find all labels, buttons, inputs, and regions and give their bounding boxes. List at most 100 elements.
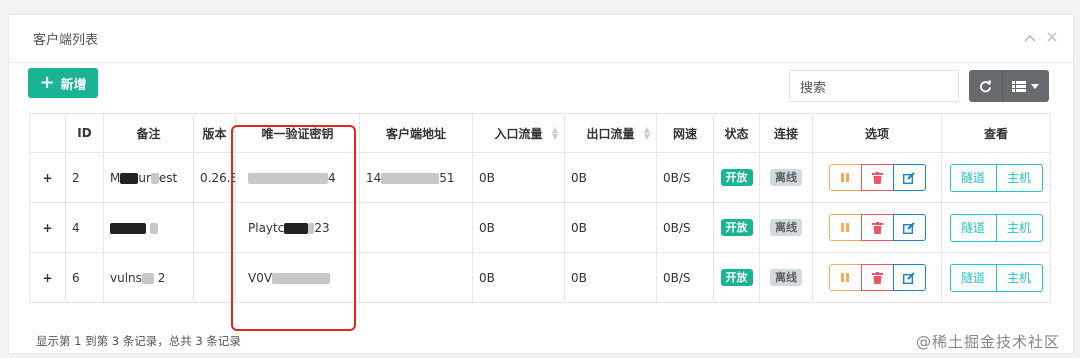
column-header[interactable]: 客户端地址 [359,113,473,153]
watermark: @稀土掘金技术社区 [916,333,1061,351]
connection-badge: 离线 [770,169,802,186]
chevron-up-icon[interactable] [1023,31,1037,46]
cell-address: 14 51 [359,152,473,203]
column-header[interactable]: 备注 [103,113,194,153]
remark-text: ur [138,170,151,185]
tunnel-button[interactable]: 隧道 [949,213,997,242]
redaction-mask [120,172,139,184]
redaction-mask [150,222,158,234]
redaction-mask [141,272,154,284]
cell-in-traffic: 0B [472,152,565,203]
cell-version: 0.26.8 [193,152,236,203]
status-badge: 开放 [720,169,753,186]
column-header-label: 入口流量 [494,126,543,141]
column-header: 选项 [812,113,942,153]
status-badge: 开放 [720,269,753,286]
delete-button[interactable] [860,164,894,191]
caret-down-icon [1031,83,1040,89]
tunnel-button[interactable]: 隧道 [949,263,997,292]
column-header-sortable[interactable]: 出口流量 ▲ ▼ [564,113,657,153]
address-text: 51 [439,170,455,185]
expand-row-icon[interactable]: + [29,202,66,253]
edit-button[interactable] [892,214,926,241]
delete-button[interactable] [860,264,894,291]
trash-icon [871,171,883,184]
cell-options [812,202,942,253]
cell-options [812,252,942,303]
tunnel-button[interactable]: 隧道 [949,163,997,192]
address-text: 14 [366,170,382,185]
close-icon[interactable] [1045,31,1059,46]
key-text: V0V [248,270,273,285]
column-header[interactable]: 网速 [656,113,714,153]
pause-button[interactable] [828,164,862,191]
cell-status: 开放 [713,202,760,253]
list-icon [1012,80,1027,92]
pause-button[interactable] [828,214,862,241]
expand-row-icon[interactable]: + [29,252,66,303]
remark-text: est [158,170,178,185]
host-button[interactable]: 主机 [995,263,1043,292]
cell-remark: Mur est [103,152,194,203]
cell-out-traffic: 0B [564,252,657,303]
table-row: + 6 vulns 2 V0V 0B 0B 0B/S 开放 离线 隧道 主机 [29,252,1051,303]
pause-icon [841,223,849,232]
edit-button[interactable] [892,164,926,191]
edit-button[interactable] [892,264,926,291]
redaction-mask [272,272,331,284]
table-header-row: ID 备注 版本 唯一验证密钥 客户端地址 入口流量 ▲ ▼ 出口流量 ▲ ▼ 网速 状… [29,113,1051,153]
pagination-info: 显示第 1 到第 3 条记录，总共 3 条记录 [36,334,241,348]
pause-icon [841,273,849,282]
status-badge: 开放 [720,219,753,236]
key-text: 23 [314,220,330,235]
sort-icon: ▲ ▼ [643,125,650,141]
cell-remark: vulns 2 [103,252,194,303]
remark-text: M [110,170,121,185]
cell-id: 6 [65,252,104,303]
redaction-mask [150,172,159,184]
cell-address [359,252,473,303]
column-header[interactable]: 状态 [713,113,760,153]
cell-status: 开放 [713,152,760,203]
column-header[interactable]: ID [65,113,104,153]
column-header-sortable[interactable]: 入口流量 ▲ ▼ [472,113,565,153]
delete-button[interactable] [860,214,894,241]
panel-tools [1023,31,1059,46]
trash-icon [871,221,883,234]
connection-badge: 离线 [770,219,802,236]
search-input[interactable]: 搜索 [789,70,959,102]
column-header[interactable]: 版本 [193,113,236,153]
key-text: Playtc [248,220,285,235]
cell-connection: 离线 [759,252,813,303]
redaction-mask [110,222,146,234]
cell-id: 2 [65,152,104,203]
redaction-mask [284,222,309,234]
refresh-icon [979,79,992,92]
cell-options [812,152,942,203]
cell-key: V0V [235,252,360,303]
expand-row-icon[interactable]: + [29,152,66,203]
host-button[interactable]: 主机 [995,213,1043,242]
table-tools [969,70,1049,102]
refresh-button[interactable] [969,70,1002,102]
cell-address [359,202,473,253]
cell-view: 隧道 主机 [941,202,1051,253]
remark-text: 2 [157,270,166,285]
column-header[interactable]: 连接 [759,113,813,153]
trash-icon [871,271,883,284]
host-button[interactable]: 主机 [995,163,1043,192]
edit-icon [903,221,915,234]
table-row: + 2 Mur est 0.26.8 4 14 51 0B 0B 0B/S 开放 离… [29,152,1051,203]
panel-header: 客户端列表 [9,15,1073,63]
columns-toggle-button[interactable] [1001,70,1049,102]
cell-in-traffic: 0B [472,202,565,253]
cell-connection: 离线 [759,152,813,203]
sort-icon: ▲ ▼ [551,125,558,141]
pause-button[interactable] [828,264,862,291]
column-header[interactable]: 唯一验证密钥 [235,113,360,153]
cell-key: Playtc 23 [235,202,360,253]
edit-icon [903,271,915,284]
add-client-button[interactable]: + 新增 [28,68,98,98]
client-table: ID 备注 版本 唯一验证密钥 客户端地址 入口流量 ▲ ▼ 出口流量 ▲ ▼ 网速 状… [29,113,1051,303]
cell-version [193,202,236,253]
